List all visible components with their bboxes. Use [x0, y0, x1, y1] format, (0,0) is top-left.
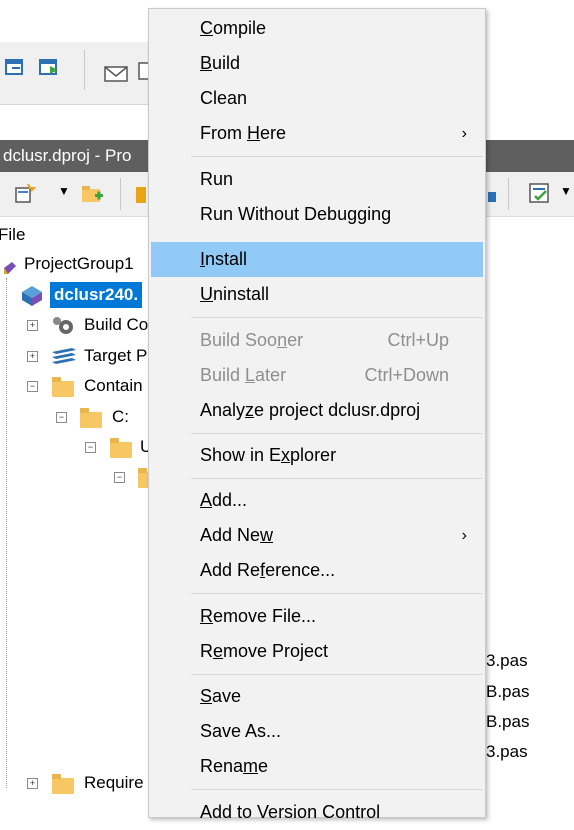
context-menu: Compile Build Clean From Here › Run Run W… [148, 8, 486, 822]
menu-item-save-as[interactable]: Save As... [151, 714, 483, 749]
tree-item-label: C: [112, 407, 129, 426]
menu-item-analyze-project[interactable]: Analyze project dclusr.dproj [151, 393, 483, 428]
menu-item-install[interactable]: Install [151, 242, 483, 277]
collapse-icon[interactable]: − [27, 381, 38, 392]
menu-separator [191, 156, 483, 157]
menu-item-add[interactable]: Add... [151, 483, 483, 518]
menu-separator [191, 674, 483, 675]
filter-icon[interactable] [486, 182, 506, 202]
toolbar-separator [508, 178, 509, 210]
menu-separator [191, 593, 483, 594]
mail-icon[interactable] [104, 64, 128, 84]
menu-item-add-to-version-control[interactable]: Add to Version Control [151, 795, 483, 830]
layers-icon [50, 346, 78, 378]
file-item[interactable]: B.pas [486, 712, 529, 732]
menu-item-uninstall[interactable]: Uninstall [151, 277, 483, 312]
menu-item-build[interactable]: Build [151, 46, 483, 81]
tree-item-label: Contain [84, 376, 143, 395]
gear-icon [50, 314, 76, 348]
tree-item-label: Build Co [84, 315, 149, 334]
menu-separator [191, 789, 483, 790]
menu-item-run-without-debugging[interactable]: Run Without Debugging [151, 197, 483, 232]
folder-icon [52, 377, 74, 397]
menu-item-from-here[interactable]: From Here › [151, 116, 483, 151]
new-window-icon[interactable] [38, 57, 58, 77]
shortcut-label: Ctrl+Up [387, 330, 449, 350]
shortcut-label: Ctrl+Down [364, 365, 449, 385]
tree-item-label-selected: dclusr240. [50, 282, 143, 308]
top-toolbar [0, 42, 151, 105]
window-list-icon[interactable] [4, 57, 24, 77]
check-list-icon[interactable] [528, 182, 549, 203]
submenu-arrow-icon: › [461, 527, 467, 544]
menu-item-clean[interactable]: Clean [151, 81, 483, 116]
new-item-icon[interactable] [12, 182, 37, 203]
collapse-icon[interactable]: − [56, 412, 67, 423]
file-item[interactable]: B.pas [486, 682, 529, 702]
folder-icon [138, 468, 148, 488]
tree-header: File [0, 225, 26, 244]
menu-item-remove-file[interactable]: Remove File... [151, 599, 483, 634]
project-group-icon [2, 256, 18, 286]
tree-item-label: Require [84, 773, 144, 792]
file-item[interactable]: 3.pas [486, 651, 528, 671]
tree-line [6, 278, 8, 788]
menu-item-build-sooner: Build Sooner Ctrl+Up [151, 323, 483, 358]
dropdown-arrow-icon[interactable]: ▼ [58, 184, 78, 204]
menu-item-rename[interactable]: Rename [151, 749, 483, 784]
collapse-icon[interactable]: − [85, 442, 96, 453]
folder-icon [110, 438, 132, 458]
menu-item-add-reference[interactable]: Add Reference... [151, 553, 483, 588]
submenu-arrow-icon: › [461, 125, 467, 142]
menu-item-save[interactable]: Save [151, 679, 483, 714]
folder-icon [52, 774, 74, 794]
menu-item-run[interactable]: Run [151, 162, 483, 197]
tree-item-label: Target P [84, 346, 148, 365]
menu-item-build-later: Build Later Ctrl+Down [151, 358, 483, 393]
menu-item-add-new[interactable]: Add New › [151, 518, 483, 553]
expand-icon[interactable]: + [27, 320, 38, 331]
toolbar-separator [84, 50, 85, 90]
expand-icon[interactable]: + [27, 778, 38, 789]
expand-icon[interactable]: + [27, 351, 38, 362]
tree-item-label: ProjectGroup1 [24, 254, 134, 273]
dropdown-arrow-icon[interactable]: ▼ [560, 184, 574, 204]
menu-item-compile[interactable]: Compile [151, 11, 483, 46]
menu-separator [191, 433, 483, 434]
menu-item-show-in-explorer[interactable]: Show in Explorer [151, 438, 483, 473]
add-folder-icon[interactable] [80, 182, 103, 202]
collapse-icon[interactable]: − [114, 472, 125, 483]
package-icon [20, 284, 44, 316]
toolbar-separator [120, 178, 121, 210]
folder-icon [80, 408, 102, 428]
menu-separator [191, 478, 483, 479]
file-item[interactable]: 3.pas [486, 742, 528, 762]
menu-separator [191, 317, 483, 318]
menu-item-remove-project[interactable]: Remove Project [151, 634, 483, 669]
